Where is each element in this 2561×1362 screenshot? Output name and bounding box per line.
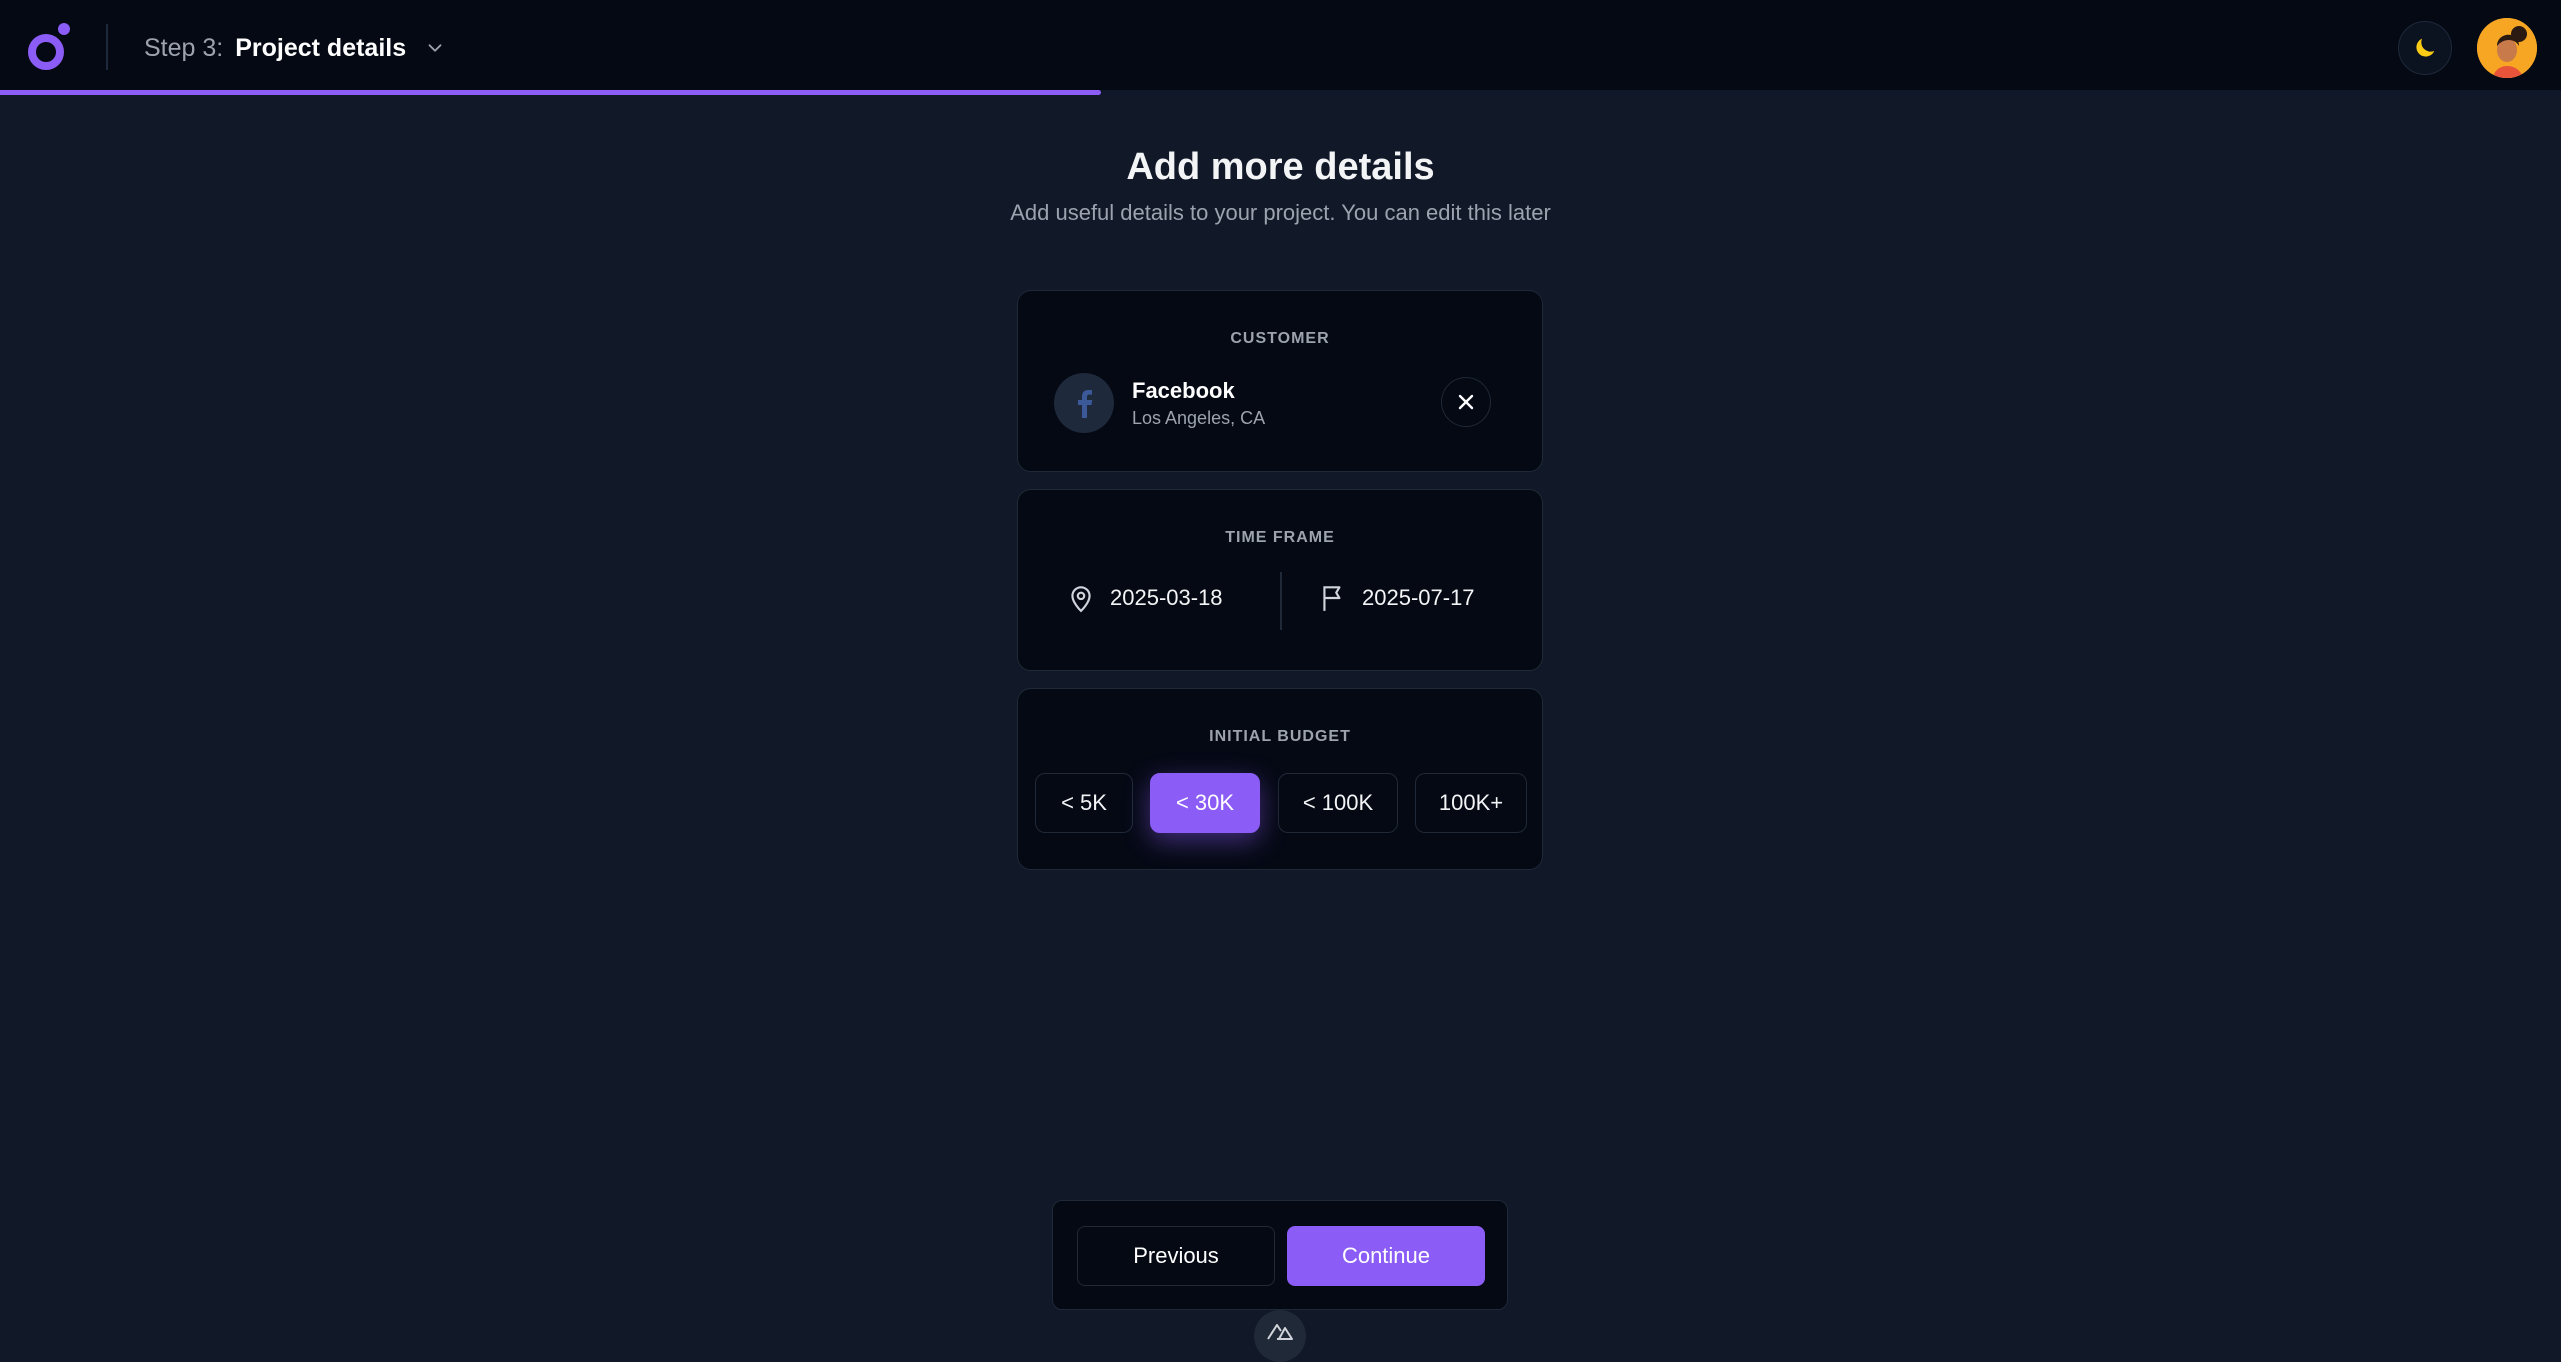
budget-option[interactable]: < 30K [1150,773,1260,833]
time-frame-card: TIME FRAME 2025-03-18 2025-07-17 [1017,489,1543,671]
topbar-divider [106,24,108,70]
time-frame-divider [1280,572,1282,630]
continue-button[interactable]: Continue [1287,1226,1485,1286]
facebook-icon [1078,390,1093,418]
logo-icon[interactable] [24,22,72,72]
top-bar: Step 3: Project details [0,0,2561,91]
step-prefix: Step 3: [144,33,224,62]
moon-icon [2416,38,2435,57]
avatar[interactable] [2477,18,2537,78]
progress-bar [0,90,2561,95]
close-icon [1458,394,1474,410]
previous-button[interactable]: Previous [1077,1226,1275,1286]
step-title: Project details [235,33,407,62]
budget-option[interactable]: 100K+ [1415,773,1527,833]
page-title: Add more details [1126,146,1435,188]
progress-fill [0,90,1102,95]
map-pin-icon [1071,586,1091,613]
nuxt-icon [1267,1324,1293,1340]
end-date: 2025-07-17 [1362,585,1475,610]
customer-name: Facebook [1132,378,1235,403]
chevron-down-icon [428,44,442,52]
budget-label: INITIAL BUDGET [1209,728,1351,745]
budget-card: INITIAL BUDGET < 5K < 30K < 100K 100K+ [1017,688,1543,870]
devtools-button[interactable] [1254,1310,1306,1362]
budget-option[interactable]: < 100K [1278,773,1398,833]
end-date-field[interactable]: 2025-07-17 [1320,583,1475,613]
customer-label: CUSTOMER [1230,330,1330,347]
customer-card: CUSTOMER Facebook Los Angeles, CA [1017,290,1543,472]
customer-logo [1054,373,1114,433]
start-date-field[interactable]: 2025-03-18 [1068,583,1223,613]
start-date: 2025-03-18 [1110,585,1223,610]
step-navigation: Previous Continue [1052,1200,1508,1310]
remove-customer-button[interactable] [1441,377,1491,427]
flag-icon [1323,586,1341,611]
time-frame-label: TIME FRAME [1225,529,1335,546]
page-subtitle: Add useful details to your project. You … [1010,200,1551,225]
customer-location: Los Angeles, CA [1132,408,1266,428]
budget-option[interactable]: < 5K [1035,773,1133,833]
theme-toggle-button[interactable] [2398,21,2452,75]
step-selector[interactable]: Step 3: Project details [144,30,446,66]
avatar-illustration [2477,18,2537,78]
